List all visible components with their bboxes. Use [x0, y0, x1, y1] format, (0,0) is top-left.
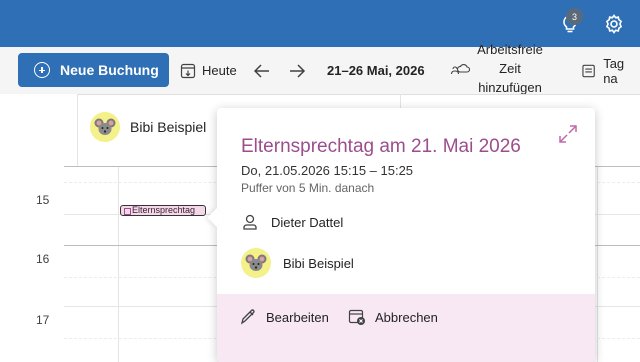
today-label: Heute [202, 63, 237, 78]
gear-icon[interactable] [602, 12, 626, 36]
toolbar: Neue Buchung Heute 21–26 Mai, 2026 Arbei… [0, 42, 640, 95]
cancel-label: Abbrechen [375, 309, 438, 325]
expand-icon[interactable] [558, 124, 578, 144]
new-booking-button[interactable]: Neue Buchung [18, 53, 169, 87]
add-free-time-label: Arbeitsfreie Zeit hinzufügen [470, 40, 550, 97]
attendee-name: Bibi Beispiel [283, 255, 354, 271]
attendee-row: Bibi Beispiel [241, 248, 354, 278]
new-booking-label: Neue Buchung [60, 62, 159, 78]
time-label: 17 [36, 313, 50, 327]
column-divider [597, 166, 598, 362]
mouse-avatar-icon [245, 254, 267, 271]
person-icon [243, 214, 257, 230]
event-datetime: Do, 21.05.2026 15:15 – 15:25 [241, 163, 414, 178]
column-divider [77, 94, 78, 166]
event-buffer: Puffer von 5 Min. danach [241, 181, 375, 195]
day-view-button[interactable]: Tag na [582, 47, 640, 94]
pencil-icon [240, 309, 255, 325]
person-name: Bibi Beispiel [130, 119, 207, 135]
add-free-time-button[interactable]: Arbeitsfreie Zeit hinzufügen [450, 42, 550, 95]
header-divider [78, 94, 640, 95]
column-divider [118, 166, 119, 362]
avatar [90, 112, 120, 142]
plus-circle-icon [34, 62, 50, 78]
date-range[interactable]: 21–26 Mai, 2026 [327, 47, 425, 94]
free-time-line3: hinzufügen [478, 80, 542, 95]
calendar-cancel-icon [348, 309, 365, 325]
next-button[interactable] [288, 47, 306, 94]
event-title: Elternsprechtag am 21. Mai 2026 [241, 136, 521, 157]
cloud-person-icon [450, 63, 470, 74]
organizer-name: Dieter Dattel [271, 214, 344, 230]
cancel-button[interactable]: Abbrechen [348, 294, 438, 340]
today-button[interactable]: Heute [180, 47, 237, 94]
popup-footer: Bearbeiten Abbrechen [217, 294, 595, 362]
arrow-right-icon [290, 63, 306, 78]
organizer-row: Dieter Dattel [241, 213, 343, 231]
person-column-header[interactable]: Bibi Beispiel [80, 112, 206, 142]
event-details-popup: Elternsprechtag am 21. Mai 2026 Do, 21.0… [217, 108, 595, 362]
edit-button[interactable]: Bearbeiten [239, 294, 329, 340]
arrow-left-icon [253, 63, 269, 78]
time-label: 16 [36, 252, 50, 266]
free-time-line1: Arbeitsfreie [477, 42, 543, 57]
day-view-label: Tag na [603, 55, 625, 86]
calendar-today-icon [180, 63, 196, 78]
avatar [241, 248, 271, 278]
mouse-avatar-icon [94, 118, 116, 135]
event-chip[interactable]: Elternsprechtag [120, 205, 206, 216]
edit-label: Bearbeiten [266, 309, 329, 325]
time-label: 15 [36, 193, 50, 207]
previous-button[interactable] [253, 47, 271, 94]
day-view-icon [582, 64, 595, 77]
free-time-line2: Zeit [499, 61, 521, 76]
notification-badge: 3 [566, 8, 583, 25]
